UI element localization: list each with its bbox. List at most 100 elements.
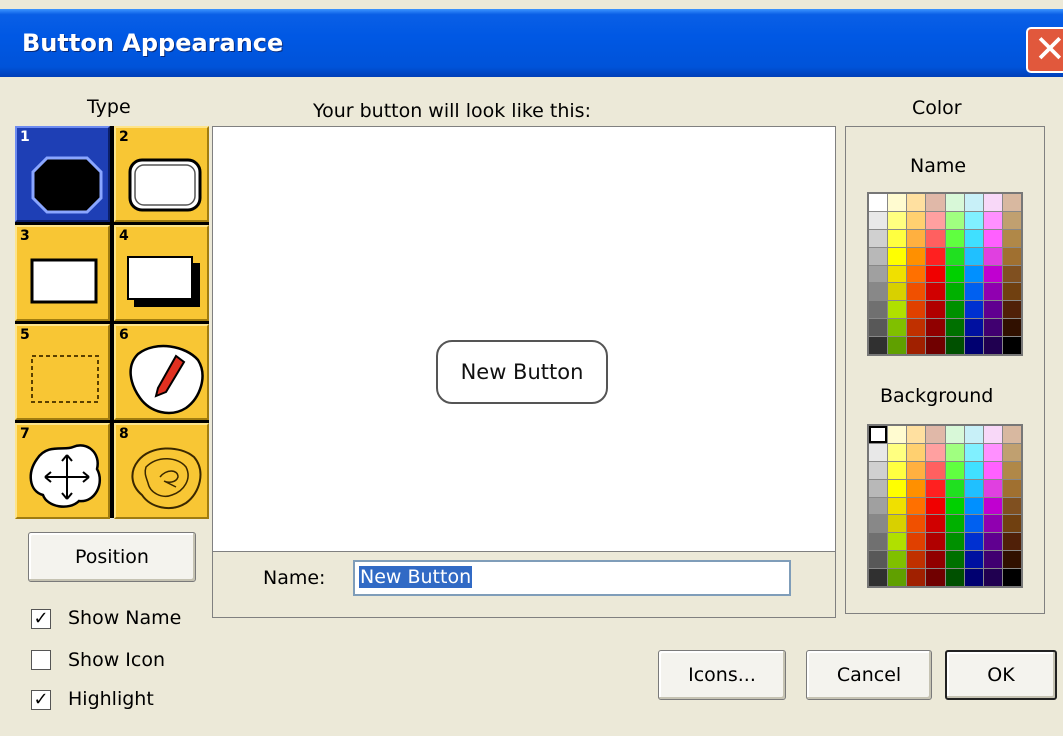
color-swatch[interactable] <box>888 265 907 283</box>
color-swatch[interactable] <box>869 229 888 247</box>
color-swatch[interactable] <box>907 301 926 319</box>
color-swatch[interactable] <box>945 229 964 247</box>
color-swatch[interactable] <box>926 265 945 283</box>
name-color-palette[interactable] <box>867 192 1023 356</box>
color-swatch[interactable] <box>1002 337 1021 354</box>
color-swatch[interactable] <box>869 265 888 283</box>
color-swatch[interactable] <box>926 283 945 301</box>
color-swatch[interactable] <box>1002 461 1021 479</box>
color-swatch[interactable] <box>869 426 888 443</box>
color-swatch[interactable] <box>907 283 926 301</box>
color-swatch[interactable] <box>869 443 888 461</box>
color-swatch[interactable] <box>907 443 926 461</box>
color-swatch[interactable] <box>888 247 907 265</box>
color-swatch[interactable] <box>907 337 926 354</box>
color-swatch[interactable] <box>869 569 888 586</box>
color-swatch[interactable] <box>983 247 1002 265</box>
color-swatch[interactable] <box>926 229 945 247</box>
color-swatch[interactable] <box>983 265 1002 283</box>
cancel-button[interactable]: Cancel <box>806 650 932 700</box>
color-swatch[interactable] <box>964 533 983 551</box>
color-swatch[interactable] <box>888 319 907 337</box>
color-swatch[interactable] <box>1002 479 1021 497</box>
color-swatch[interactable] <box>926 337 945 354</box>
color-swatch[interactable] <box>907 211 926 229</box>
type-option-1[interactable]: 1 <box>15 126 110 222</box>
color-swatch[interactable] <box>869 461 888 479</box>
color-swatch[interactable] <box>926 461 945 479</box>
color-swatch[interactable] <box>945 211 964 229</box>
color-swatch[interactable] <box>983 194 1002 211</box>
color-swatch[interactable] <box>945 461 964 479</box>
color-swatch[interactable] <box>888 479 907 497</box>
color-swatch[interactable] <box>964 426 983 443</box>
type-option-5[interactable]: 5 <box>15 324 110 420</box>
color-swatch[interactable] <box>945 497 964 515</box>
position-button[interactable]: Position <box>28 532 196 582</box>
color-swatch[interactable] <box>964 265 983 283</box>
close-button[interactable]: ✕ <box>1026 27 1063 73</box>
type-option-7[interactable]: 7 <box>15 423 110 519</box>
color-swatch[interactable] <box>945 551 964 569</box>
color-swatch[interactable] <box>869 301 888 319</box>
color-swatch[interactable] <box>869 515 888 533</box>
color-swatch[interactable] <box>1002 283 1021 301</box>
color-swatch[interactable] <box>888 301 907 319</box>
color-swatch[interactable] <box>945 569 964 586</box>
color-swatch[interactable] <box>907 229 926 247</box>
type-option-4[interactable]: 4 <box>114 225 209 321</box>
color-swatch[interactable] <box>1002 515 1021 533</box>
color-swatch[interactable] <box>1002 569 1021 586</box>
name-input[interactable]: New Button <box>353 560 791 596</box>
color-swatch[interactable] <box>945 443 964 461</box>
color-swatch[interactable] <box>983 283 1002 301</box>
type-option-6[interactable]: 6 <box>114 324 209 420</box>
color-swatch[interactable] <box>945 426 964 443</box>
color-swatch[interactable] <box>926 497 945 515</box>
color-swatch[interactable] <box>945 265 964 283</box>
color-swatch[interactable] <box>964 479 983 497</box>
show-name-checkbox[interactable]: ✓ <box>31 609 51 629</box>
color-swatch[interactable] <box>926 247 945 265</box>
color-swatch[interactable] <box>888 569 907 586</box>
color-swatch[interactable] <box>869 533 888 551</box>
color-swatch[interactable] <box>983 301 1002 319</box>
color-swatch[interactable] <box>907 461 926 479</box>
color-swatch[interactable] <box>926 533 945 551</box>
color-swatch[interactable] <box>888 194 907 211</box>
color-swatch[interactable] <box>888 533 907 551</box>
color-swatch[interactable] <box>964 319 983 337</box>
color-swatch[interactable] <box>888 211 907 229</box>
color-swatch[interactable] <box>888 551 907 569</box>
color-swatch[interactable] <box>907 319 926 337</box>
background-color-palette[interactable] <box>867 424 1023 588</box>
color-swatch[interactable] <box>1002 265 1021 283</box>
color-swatch[interactable] <box>983 569 1002 586</box>
color-swatch[interactable] <box>1002 533 1021 551</box>
title-bar[interactable]: Button Appearance ✕ <box>0 9 1063 77</box>
color-swatch[interactable] <box>1002 443 1021 461</box>
color-swatch[interactable] <box>888 337 907 354</box>
color-swatch[interactable] <box>983 479 1002 497</box>
color-swatch[interactable] <box>964 551 983 569</box>
color-swatch[interactable] <box>964 301 983 319</box>
type-option-3[interactable]: 3 <box>15 225 110 321</box>
color-swatch[interactable] <box>1002 229 1021 247</box>
color-swatch[interactable] <box>945 479 964 497</box>
color-swatch[interactable] <box>907 569 926 586</box>
color-swatch[interactable] <box>964 569 983 586</box>
color-swatch[interactable] <box>983 533 1002 551</box>
color-swatch[interactable] <box>869 337 888 354</box>
color-swatch[interactable] <box>945 247 964 265</box>
color-swatch[interactable] <box>1002 247 1021 265</box>
type-option-2[interactable]: 2 <box>114 126 209 222</box>
color-swatch[interactable] <box>926 319 945 337</box>
color-swatch[interactable] <box>983 426 1002 443</box>
color-swatch[interactable] <box>945 533 964 551</box>
highlight-checkbox[interactable]: ✓ <box>31 690 51 710</box>
color-swatch[interactable] <box>1002 319 1021 337</box>
color-swatch[interactable] <box>926 194 945 211</box>
ok-button[interactable]: OK <box>945 650 1057 700</box>
color-swatch[interactable] <box>983 229 1002 247</box>
color-swatch[interactable] <box>964 337 983 354</box>
